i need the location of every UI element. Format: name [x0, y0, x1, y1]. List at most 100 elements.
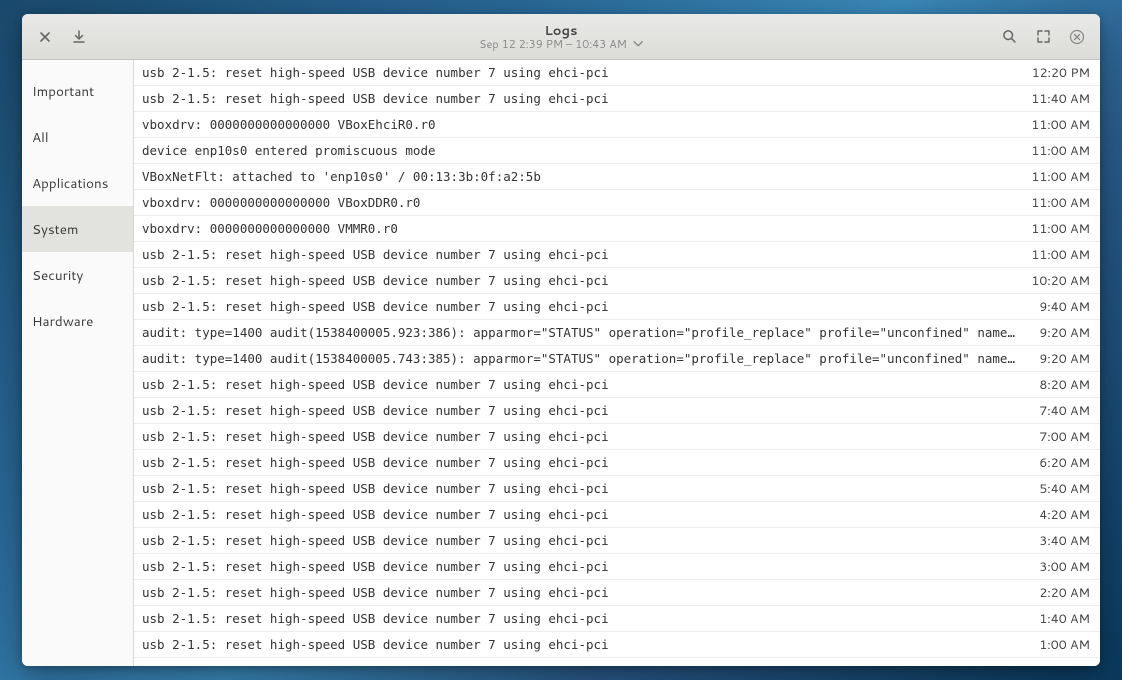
sidebar-item-label: Hardware	[32, 312, 93, 331]
log-message: usb 2-1.5: reset high-speed USB device n…	[142, 247, 1031, 262]
content-area: Important All Applications System Security Ha…	[22, 60, 1100, 666]
log-message: usb 2-1.5: reset high-speed USB device n…	[142, 533, 1039, 548]
log-time: 2:20 AM	[1039, 584, 1090, 602]
log-row[interactable]: vboxdrv: 0000000000000000 VBoxDDR0.r011:…	[134, 190, 1100, 216]
log-message: audit: type=1400 audit(1538400005.923:38…	[142, 325, 1039, 340]
log-time: 7:00 AM	[1039, 428, 1090, 446]
log-message: usb 2-1.5: reset high-speed USB device n…	[142, 507, 1039, 522]
log-row[interactable]: usb 2-1.5: reset high-speed USB device n…	[134, 528, 1100, 554]
log-message: device enp10s0 entered promiscuous mode	[142, 143, 1031, 158]
log-time: 3:40 AM	[1039, 532, 1090, 550]
log-row[interactable]: VBoxNetFlt: attached to 'enp10s0' / 00:1…	[134, 164, 1100, 190]
maximize-button[interactable]	[1028, 22, 1058, 52]
log-time: 10:20 AM	[1031, 272, 1090, 290]
log-message: vboxdrv: 0000000000000000 VBoxDDR0.r0	[142, 195, 1031, 210]
log-message: usb 2-1.5: reset high-speed USB device n…	[142, 455, 1039, 470]
log-row[interactable]: usb 2-1.5: reset high-speed USB device n…	[134, 450, 1100, 476]
log-time: 11:00 AM	[1031, 116, 1090, 134]
log-row[interactable]: usb 2-1.5: reset high-speed USB device n…	[134, 86, 1100, 112]
log-row[interactable]: usb 2-1.5: reset high-speed USB device n…	[134, 632, 1100, 658]
log-row[interactable]: usb 2-1.5: reset high-speed USB device n…	[134, 554, 1100, 580]
log-message: usb 2-1.5: reset high-speed USB device n…	[142, 65, 1032, 80]
sidebar-item-hardware[interactable]: Hardware	[22, 298, 133, 344]
log-time: 1:00 AM	[1039, 636, 1090, 654]
close-icon	[39, 31, 51, 43]
maximize-icon	[1037, 30, 1050, 43]
close-circle-icon	[1069, 29, 1085, 45]
sidebar-item-label: Applications	[32, 174, 108, 193]
log-list[interactable]: usb 2-1.5: reset high-speed USB device n…	[134, 60, 1100, 666]
sidebar-item-important[interactable]: Important	[22, 68, 133, 114]
log-row[interactable]: usb 2-1.5: reset high-speed USB device n…	[134, 398, 1100, 424]
sidebar: Important All Applications System Security Ha…	[22, 60, 134, 666]
log-row[interactable]: usb 2-1.5: reset high-speed USB device n…	[134, 268, 1100, 294]
log-time: 11:00 AM	[1031, 220, 1090, 238]
log-message: VBoxNetFlt: attached to 'enp10s0' / 00:1…	[142, 169, 1031, 184]
sidebar-item-system[interactable]: System	[22, 206, 133, 252]
log-row[interactable]: usb 2-1.5: reset high-speed USB device n…	[134, 242, 1100, 268]
sidebar-item-label: Security	[32, 266, 83, 285]
log-time: 11:00 AM	[1031, 168, 1090, 186]
titlebar-right	[994, 22, 1092, 52]
sidebar-item-applications[interactable]: Applications	[22, 160, 133, 206]
search-icon	[1002, 29, 1017, 44]
log-row[interactable]: usb 2-1.5: reset high-speed USB device n…	[134, 580, 1100, 606]
log-message: vboxdrv: 0000000000000000 VBoxEhciR0.r0	[142, 117, 1031, 132]
log-time: 3:00 AM	[1039, 558, 1090, 576]
log-time: 4:20 AM	[1039, 506, 1090, 524]
log-time: 8:20 AM	[1039, 376, 1090, 394]
close-button[interactable]	[30, 22, 60, 52]
log-time: 12:20 PM	[1032, 64, 1090, 82]
download-icon	[72, 30, 86, 44]
log-time: 1:40 AM	[1039, 610, 1090, 628]
log-message: usb 2-1.5: reset high-speed USB device n…	[142, 299, 1039, 314]
log-row[interactable]: vboxdrv: 0000000000000000 VBoxEhciR0.r01…	[134, 112, 1100, 138]
titlebar: Logs Sep 12 2:39 PM – 10:43 AM	[22, 14, 1100, 60]
log-time: 7:40 AM	[1039, 402, 1090, 420]
date-range: Sep 12 2:39 PM – 10:43 AM	[479, 38, 627, 50]
log-row[interactable]: usb 2-1.5: reset high-speed USB device n…	[134, 502, 1100, 528]
log-row[interactable]: device enp10s0 entered promiscuous mode1…	[134, 138, 1100, 164]
log-message: usb 2-1.5: reset high-speed USB device n…	[142, 429, 1039, 444]
window-close-button[interactable]	[1062, 22, 1092, 52]
log-message: vboxdrv: 0000000000000000 VMMR0.r0	[142, 221, 1031, 236]
log-row[interactable]: usb 2-1.5: reset high-speed USB device n…	[134, 424, 1100, 450]
log-message: audit: type=1400 audit(1538400005.743:38…	[142, 351, 1039, 366]
sidebar-item-security[interactable]: Security	[22, 252, 133, 298]
log-message: usb 2-1.5: reset high-speed USB device n…	[142, 637, 1039, 652]
log-message: usb 2-1.5: reset high-speed USB device n…	[142, 611, 1039, 626]
log-message: usb 2-1.5: reset high-speed USB device n…	[142, 481, 1039, 496]
export-button[interactable]	[64, 22, 94, 52]
log-message: usb 2-1.5: reset high-speed USB device n…	[142, 403, 1039, 418]
sidebar-item-label: Important	[32, 82, 94, 101]
log-row[interactable]: usb 2-1.5: reset high-speed USB device n…	[134, 294, 1100, 320]
log-row[interactable]: usb 2-1.5: reset high-speed USB device n…	[134, 372, 1100, 398]
log-row[interactable]: usb 2-1.5: reset high-speed USB device n…	[134, 60, 1100, 86]
log-time: 11:00 AM	[1031, 194, 1090, 212]
log-message: usb 2-1.5: reset high-speed USB device n…	[142, 559, 1039, 574]
log-row[interactable]: vboxdrv: 0000000000000000 VMMR0.r011:00 …	[134, 216, 1100, 242]
log-row[interactable]: audit: type=1400 audit(1538400005.743:38…	[134, 346, 1100, 372]
log-time: 11:00 AM	[1031, 246, 1090, 264]
sidebar-item-label: All	[32, 128, 49, 147]
log-time: 5:40 AM	[1039, 480, 1090, 498]
log-time: 9:20 AM	[1039, 350, 1090, 368]
log-time: 9:20 AM	[1039, 324, 1090, 342]
log-time: 6:20 AM	[1039, 454, 1090, 472]
search-button[interactable]	[994, 22, 1024, 52]
log-row[interactable]: usb 2-1.5: reset high-speed USB device n…	[134, 476, 1100, 502]
log-message: usb 2-1.5: reset high-speed USB device n…	[142, 91, 1031, 106]
log-time: 9:40 AM	[1039, 298, 1090, 316]
log-message: usb 2-1.5: reset high-speed USB device n…	[142, 377, 1039, 392]
log-row[interactable]: usb 2-1.5: reset high-speed USB device n…	[134, 606, 1100, 632]
chevron-down-icon	[633, 41, 643, 47]
log-message: usb 2-1.5: reset high-speed USB device n…	[142, 273, 1031, 288]
sidebar-item-all[interactable]: All	[22, 114, 133, 160]
logs-window: Logs Sep 12 2:39 PM – 10:43 AM Important…	[22, 14, 1100, 666]
titlebar-left	[30, 22, 94, 52]
log-message: usb 2-1.5: reset high-speed USB device n…	[142, 585, 1039, 600]
log-row[interactable]: audit: type=1400 audit(1538400005.923:38…	[134, 320, 1100, 346]
log-time: 11:00 AM	[1031, 142, 1090, 160]
log-time: 11:40 AM	[1031, 90, 1090, 108]
titlebar-center[interactable]: Logs Sep 12 2:39 PM – 10:43 AM	[479, 23, 643, 49]
